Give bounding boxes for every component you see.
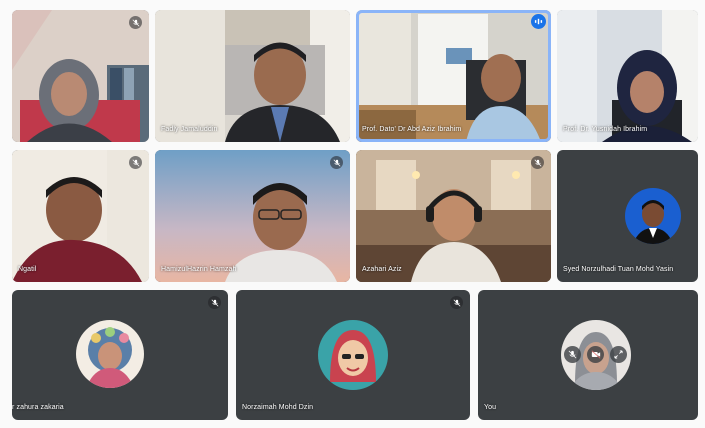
participant-name: HamizulHazrin Hamzah: [161, 266, 237, 273]
participant-video: [155, 150, 350, 282]
participant-tile[interactable]: [12, 10, 149, 142]
self-tile[interactable]: You: [478, 290, 698, 420]
participant-video: [356, 150, 551, 282]
participant-name: Fadly Jamaluddin: [161, 126, 218, 133]
participant-video: [356, 10, 551, 142]
camera-off-icon[interactable]: [587, 346, 604, 363]
participant-name: Norzaimah Mohd Dzin: [242, 404, 314, 411]
mic-off-icon: [450, 296, 463, 309]
participant-tile[interactable]: Ngatil: [12, 150, 149, 282]
participant-video: [12, 150, 149, 282]
participant-name: r zahura zakaria: [12, 404, 64, 411]
participant-name: Syed Norzulhadi Tuan Mohd Yasin: [563, 266, 674, 273]
participant-tile[interactable]: r zahura zakaria: [12, 290, 228, 420]
participant-tile[interactable]: Prof. Dr. Yusnidah Ibrahim: [557, 10, 698, 142]
participant-video: [557, 10, 698, 142]
participant-tile[interactable]: Azahari Aziz: [356, 150, 551, 282]
expand-icon[interactable]: [610, 346, 627, 363]
mic-off-icon: [330, 156, 343, 169]
speaking-icon: [531, 14, 546, 29]
meeting-grid: Fadly Jamaluddin Prof. Dato' Dr Abd Aziz…: [0, 0, 705, 428]
participant-tile-speaking[interactable]: Prof. Dato' Dr Abd Aziz Ibrahim: [356, 10, 551, 142]
participant-name: Prof. Dr. Yusnidah Ibrahim: [563, 126, 648, 133]
avatar: [625, 188, 681, 244]
participant-name: Ngatil: [18, 266, 37, 273]
mic-off-icon: [208, 296, 221, 309]
participant-name: You: [484, 404, 497, 411]
mic-off-icon: [129, 16, 142, 29]
mic-off-icon[interactable]: [564, 346, 581, 363]
mic-off-icon: [129, 156, 142, 169]
avatar: [318, 320, 388, 390]
participant-name: Prof. Dato' Dr Abd Aziz Ibrahim: [362, 126, 462, 133]
participant-tile[interactable]: Fadly Jamaluddin: [155, 10, 350, 142]
participant-tile[interactable]: HamizulHazrin Hamzah: [155, 150, 350, 282]
participant-tile[interactable]: Syed Norzulhadi Tuan Mohd Yasin: [557, 150, 698, 282]
participant-video: [12, 10, 149, 142]
avatar: [76, 320, 144, 388]
mic-off-icon: [531, 156, 544, 169]
participant-video: [155, 10, 350, 142]
participant-tile[interactable]: Norzaimah Mohd Dzin: [236, 290, 470, 420]
participant-name: Azahari Aziz: [362, 266, 402, 273]
